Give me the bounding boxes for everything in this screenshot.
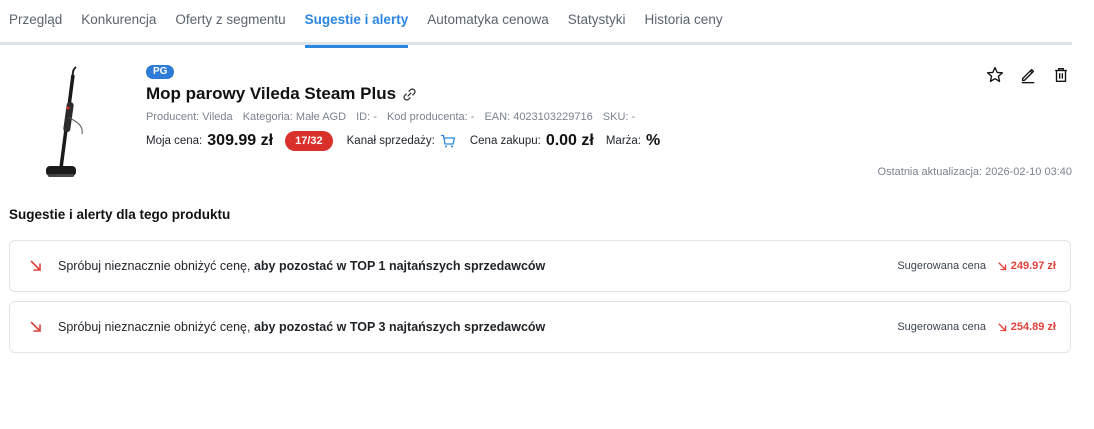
meta-category: Kategoria: Małe AGD — [242, 111, 347, 123]
purchase-price-label: Cena zakupu: — [469, 135, 541, 147]
tab-sugestie-i-alerty[interactable]: Sugestie i alerty — [304, 0, 408, 48]
arrow-down-right-icon — [30, 321, 41, 332]
meta-id: ID: - — [356, 111, 377, 123]
alert-card: Spróbuj nieznacznie obniżyć cenę, aby po… — [9, 301, 1071, 353]
alert-text: Spróbuj nieznacznie obniżyć cenę, — [58, 259, 251, 273]
position-badge: 17/32 — [285, 131, 333, 151]
tab-statystyki[interactable]: Statystyki — [568, 0, 626, 45]
cart-icon — [440, 134, 455, 148]
pg-badge: PG — [146, 65, 175, 79]
suggested-price-value: 249.97 zł — [1010, 260, 1056, 272]
last-update: Ostatnia aktualizacja: 2026-02-10 03:40 — [877, 166, 1072, 178]
suggested-price-value: 254.89 zł — [1010, 321, 1056, 333]
product-meta: Producent: Vileda Kategoria: Małe AGD ID… — [146, 111, 642, 123]
meta-producer-code: Kod producenta: - — [386, 111, 475, 123]
alert-text-bold: aby pozostać w TOP 3 najtańszych sprzeda… — [253, 320, 546, 334]
margin-value: % — [646, 132, 661, 149]
tab-bar: Przegląd Konkurencja Oferty z segmentu S… — [0, 0, 1072, 48]
alert-text: Spróbuj nieznacznie obniżyć cenę, — [58, 320, 251, 334]
alert-message: Spróbuj nieznacznie obniżyć cenę, aby po… — [58, 259, 545, 273]
price-row: Moja cena: 309.99 zł 17/32 Kanał sprzeda… — [146, 129, 660, 153]
section-title: Sugestie i alerty dla tego produktu — [9, 207, 231, 222]
alert-message: Spróbuj nieznacznie obniżyć cenę, aby po… — [58, 320, 545, 334]
meta-sku: SKU: - — [602, 111, 636, 123]
tab-przeglad[interactable]: Przegląd — [9, 0, 62, 45]
star-icon[interactable] — [986, 66, 1004, 84]
suggested-price-label: Sugerowana cena — [897, 321, 986, 333]
arrow-down-right-icon — [30, 260, 41, 271]
meta-ean: EAN: 4023103229716 — [484, 111, 593, 123]
tab-automatyka-cenowa[interactable]: Automatyka cenowa — [427, 0, 549, 45]
channel-label: Kanał sprzedaży: — [346, 135, 435, 147]
tab-historia-ceny[interactable]: Historia ceny — [645, 0, 723, 45]
alert-text-bold: aby pozostać w TOP 1 najtańszych sprzeda… — [253, 259, 546, 273]
suggested-price-label: Sugerowana cena — [897, 260, 986, 272]
tab-konkurencja[interactable]: Konkurencja — [81, 0, 156, 45]
trash-icon[interactable] — [1052, 66, 1070, 84]
my-price-value: 309.99 zł — [207, 132, 274, 149]
edit-icon[interactable] — [1019, 66, 1037, 84]
product-title-text: Mop parowy Vileda Steam Plus — [146, 84, 397, 103]
product-image — [46, 66, 83, 177]
purchase-price-value: 0.00 zł — [545, 132, 594, 149]
alert-card: Spróbuj nieznacznie obniżyć cenę, aby po… — [9, 240, 1071, 292]
arrow-down-right-icon — [998, 322, 1006, 331]
my-price-label: Moja cena: — [146, 135, 203, 147]
product-title: Mop parowy Vileda Steam Plus — [146, 84, 417, 104]
tab-oferty-z-segmentu[interactable]: Oferty z segmentu — [175, 0, 285, 45]
link-icon[interactable] — [402, 87, 417, 102]
margin-label: Marża: — [605, 135, 641, 147]
suggested-price: 254.89 zł — [998, 321, 1056, 333]
meta-producer: Producent: Vileda — [146, 111, 233, 123]
arrow-down-right-icon — [998, 261, 1006, 270]
product-actions — [986, 66, 1070, 84]
suggested-price: 249.97 zł — [998, 260, 1056, 272]
